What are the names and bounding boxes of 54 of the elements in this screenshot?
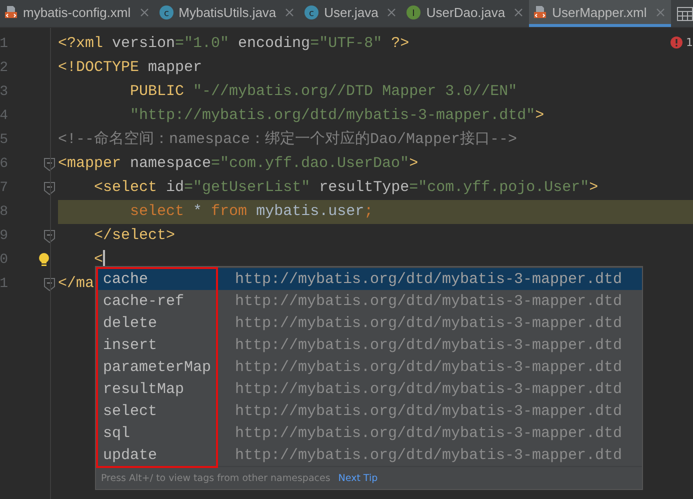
close-icon[interactable] [140, 8, 149, 16]
line-number: 5 [0, 132, 8, 148]
xml-file-icon [533, 5, 548, 19]
class-badge-icon: c [158, 4, 174, 20]
code-line: PUBLIC "-//mybatis.org//DTD Mapper 3.0//EN" [129, 82, 518, 102]
lightbulb-icon[interactable] [38, 252, 50, 268]
grid-icon[interactable] [676, 6, 693, 20]
xml-file-icon [4, 5, 18, 19]
error-icon[interactable] [670, 36, 683, 49]
completion-item[interactable]: cache http://mybatis.org/dtd/mybatis-3-mapper.dtd [96, 268, 642, 290]
file-tab[interactable]: UserMapper.xml [529, 0, 671, 27]
file-tab[interactable]: I UserDao.java [402, 0, 530, 27]
line-number: 6 [0, 156, 8, 172]
completion-item[interactable]: select http://mybatis.org/dtd/mybatis-3-mapper.dtd [96, 400, 642, 422]
completion-item[interactable]: update http://mybatis.org/dtd/mybatis-3-mapper.dtd [96, 444, 642, 466]
error-count: 1 [686, 36, 693, 49]
line-number: 9 [0, 228, 8, 244]
interface-badge-icon: I [406, 4, 422, 20]
code-line: <?xml version="1.0" encoding="UTF-8" ?> [58, 34, 410, 54]
line-number: 8 [0, 204, 8, 220]
line-number: 4 [0, 108, 8, 124]
completion-item[interactable]: insert http://mybatis.org/dtd/mybatis-3-mapper.dtd [96, 334, 642, 356]
close-icon[interactable] [387, 8, 396, 16]
line-number: 7 [0, 180, 8, 196]
completion-item[interactable]: resultMap http://mybatis.org/dtd/mybatis-3-mapper.dtd [96, 378, 642, 400]
code-line: <mapper namespace="com.yff.dao.UserDao"> [58, 154, 418, 174]
line-number: 0 [0, 252, 8, 268]
class-badge-icon: c [304, 4, 320, 20]
code-line: "http://mybatis.org/dtd/mybatis-3-mapper.dtd"> [129, 106, 544, 126]
fold-icon[interactable] [44, 230, 55, 242]
line-number: 1 [0, 36, 8, 52]
close-icon[interactable] [514, 8, 524, 16]
fold-icon[interactable] [44, 278, 55, 290]
line-number: 2 [0, 60, 8, 76]
line-number: 3 [0, 84, 8, 100]
code-line: </ma [58, 274, 94, 294]
file-tab[interactable]: c MybatisUtils.java [154, 0, 300, 27]
completion-item[interactable]: cache-ref http://mybatis.org/dtd/mybatis-3-mapper.dtd [96, 290, 642, 312]
file-tab[interactable]: c User.java [300, 0, 402, 27]
hint-text: Press Alt+/ to view tags from other namespaces [101, 472, 330, 484]
completion-item[interactable]: delete http://mybatis.org/dtd/mybatis-3-mapper.dtd [96, 312, 642, 334]
fold-icon[interactable] [44, 182, 55, 194]
code-line: <!DOCTYPE mapper [58, 58, 202, 78]
code-line: <select id="getUserList" resultType="com.yff.pojo.User"> [93, 178, 598, 198]
file-tab[interactable]: mybatis-config.xml [0, 0, 155, 27]
line-number: 1 [0, 276, 8, 292]
close-icon[interactable] [285, 8, 294, 16]
code-line: < [93, 248, 106, 271]
fold-icon[interactable] [44, 158, 55, 170]
code-line: </select> [93, 226, 176, 246]
completion-item[interactable]: sql http://mybatis.org/dtd/mybatis-3-mapper.dtd [96, 422, 642, 444]
code-line: <!--命名空间：namespace：绑定一个对应的Dao/Mapper接口--> [58, 129, 518, 150]
next-tip-link[interactable]: Next Tip [338, 472, 378, 484]
completion-item[interactable]: parameterMap http://mybatis.org/dtd/mybatis-3-mapper.dtd [96, 356, 642, 378]
